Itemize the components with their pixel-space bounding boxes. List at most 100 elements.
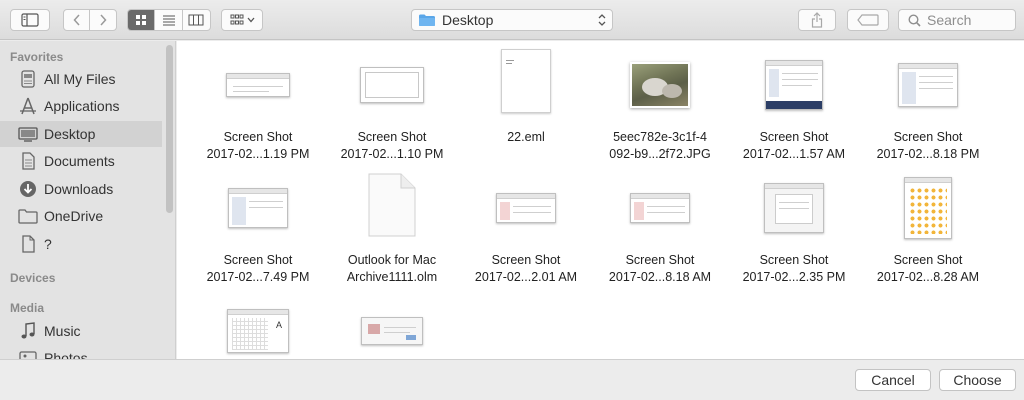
sidebar-item-label: Applications <box>44 98 120 114</box>
sidebar-scrollbar[interactable] <box>166 45 173 213</box>
photo-thumbnail <box>593 45 727 125</box>
search-field[interactable]: Search <box>898 9 1016 31</box>
photos-icon <box>18 348 38 359</box>
tag-icon <box>857 14 879 26</box>
file-name-line1: Screen Shot <box>223 130 293 144</box>
file-item[interactable]: Screen Shot 2017-02...7.49 PM <box>191 168 325 286</box>
documents-icon <box>18 151 38 171</box>
document-thumbnail <box>459 45 593 125</box>
sidebar: Favorites All My Files Applications Desk… <box>0 41 176 359</box>
file-item[interactable]: Screen Shot 2017-02...8.28 AM <box>861 168 995 286</box>
file-name-line1: Screen Shot <box>893 130 963 144</box>
file-name-line1: Outlook for Mac <box>347 253 437 267</box>
file-item[interactable]: Screen Shot 2017-02...1.57 AM <box>727 45 861 163</box>
file-grid: Screen Shot 2017-02...1.19 PM Screen Shot… <box>177 41 1024 359</box>
file-name-line1: Screen Shot <box>491 253 561 267</box>
sidebar-item-all-my-files[interactable]: All My Files <box>0 66 162 92</box>
folder-icon <box>18 206 38 226</box>
file-name-line2: 2017-02...1.10 PM <box>340 147 444 161</box>
file-name-line1: Screen Shot <box>759 253 829 267</box>
sidebar-icon <box>21 13 39 27</box>
file-item[interactable]: Screen Shot 2017-02...8.18 AM <box>593 168 727 286</box>
screenshot-thumbnail <box>191 168 325 248</box>
navigation-buttons <box>63 9 117 31</box>
sidebar-item-downloads[interactable]: Downloads <box>0 176 162 202</box>
cancel-button[interactable]: Cancel <box>855 369 931 391</box>
dialog-footer: Cancel Choose <box>0 359 1024 400</box>
sidebar-item-label: Desktop <box>44 126 96 142</box>
sidebar-toggle-button[interactable] <box>10 9 50 31</box>
file-item[interactable]: A <box>191 291 325 359</box>
screenshot-thumbnail <box>861 45 995 125</box>
music-icon <box>18 321 38 341</box>
sidebar-item-onedrive[interactable]: OneDrive <box>0 203 162 229</box>
screenshot-thumbnail <box>593 168 727 248</box>
arrange-button[interactable] <box>221 9 263 31</box>
file-name-line1: Screen Shot <box>223 253 293 267</box>
location-popup[interactable]: Desktop <box>411 9 613 31</box>
sidebar-item-label: Downloads <box>44 181 114 197</box>
applications-icon <box>18 96 38 116</box>
file-item[interactable]: Screen Shot 2017-02...2.01 AM <box>459 168 593 286</box>
file-name-line1: Screen Shot <box>893 253 963 267</box>
screenshot-thumbnail <box>861 168 995 248</box>
location-label: Desktop <box>442 12 494 28</box>
chevron-right-icon <box>100 14 107 26</box>
screenshot-thumbnail <box>191 45 325 125</box>
forward-button[interactable] <box>90 10 116 30</box>
file-name-line2: 2017-02...1.57 AM <box>742 147 846 161</box>
screenshot-thumbnail <box>325 45 459 125</box>
share-button[interactable] <box>798 9 836 31</box>
file-name-line2: Archive1111.olm <box>346 270 438 284</box>
screenshot-thumbnail <box>459 168 593 248</box>
choose-button[interactable]: Choose <box>939 369 1016 391</box>
sidebar-item-music[interactable]: Music <box>0 318 162 344</box>
file-item[interactable]: Screen Shot 2017-02...2.35 PM <box>727 168 861 286</box>
search-icon <box>908 13 921 27</box>
list-view-button[interactable] <box>155 10 183 30</box>
file-name-line2: 2017-02...2.01 AM <box>474 270 578 284</box>
screenshot-thumbnail <box>325 291 459 359</box>
generic-file-icon <box>325 168 459 248</box>
sidebar-item-label: All My Files <box>44 71 116 87</box>
file-name-line1: 22.eml <box>507 130 545 144</box>
icon-view-button[interactable] <box>128 10 156 30</box>
sidebar-item-label: OneDrive <box>44 208 104 224</box>
file-item[interactable]: 5eec782e-3c1f-4 092-b9...2f72.JPG <box>593 45 727 163</box>
sidebar-item-label: ? <box>44 236 52 252</box>
back-button[interactable] <box>64 10 91 30</box>
file-item[interactable]: Outlook for Mac Archive1111.olm <box>325 168 459 286</box>
file-name-line2: 092-b9...2f72.JPG <box>609 147 711 161</box>
sidebar-item-desktop[interactable]: Desktop <box>0 121 162 147</box>
share-icon <box>811 12 823 28</box>
document-icon <box>18 234 38 254</box>
file-name-line2: 2017-02...8.18 AM <box>608 270 712 284</box>
file-item[interactable]: Screen Shot 2017-02...1.10 PM <box>325 45 459 163</box>
sidebar-item-label: Music <box>44 323 81 339</box>
media-header: Media <box>10 301 45 315</box>
file-item[interactable]: Screen Shot 2017-02...8.18 PM <box>861 45 995 163</box>
file-item[interactable]: 22.eml <box>459 45 593 146</box>
screenshot-thumbnail <box>727 168 861 248</box>
file-name-line2: 2017-02...1.19 PM <box>206 147 310 161</box>
list-icon <box>162 15 175 26</box>
file-item[interactable] <box>325 291 459 359</box>
devices-header: Devices <box>10 271 56 285</box>
sidebar-item-documents[interactable]: Documents <box>0 148 162 174</box>
sidebar-item-unknown[interactable]: ? <box>0 231 162 257</box>
sidebar-item-label: Documents <box>44 153 115 169</box>
folder-icon <box>419 14 435 26</box>
screenshot-thumbnail: A <box>191 291 325 359</box>
chevron-down-icon <box>247 17 254 23</box>
file-item[interactable]: Screen Shot 2017-02...1.19 PM <box>191 45 325 163</box>
file-name-line2: 2017-02...2.35 PM <box>742 270 846 284</box>
icon-grid-icon <box>136 15 147 25</box>
arrange-grid-icon <box>230 14 243 25</box>
downloads-icon <box>18 179 38 199</box>
sidebar-item-photos[interactable]: Photos <box>0 345 162 359</box>
tags-button[interactable] <box>847 9 889 31</box>
sidebar-item-applications[interactable]: Applications <box>0 93 162 119</box>
sidebar-item-label: Photos <box>44 350 88 359</box>
file-name-line1: Screen Shot <box>625 253 695 267</box>
column-view-button[interactable] <box>183 10 210 30</box>
